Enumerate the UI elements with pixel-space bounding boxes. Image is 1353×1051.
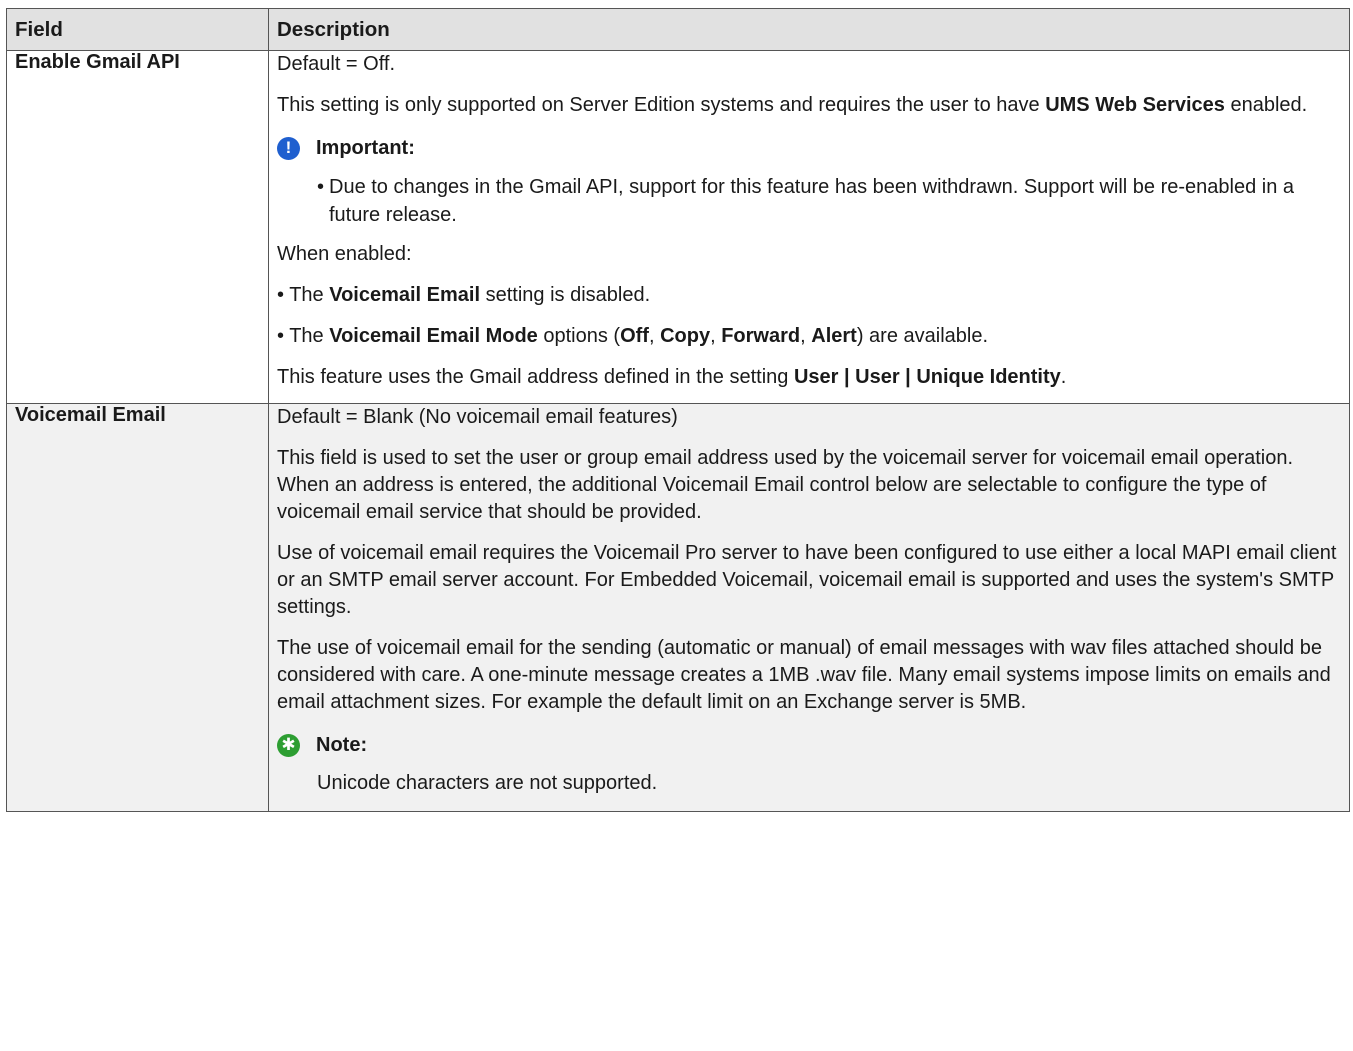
default-value: Default = Off. [277,53,396,75]
description-paragraph: Use of voicemail email requires the Voic… [277,542,1337,618]
note-callout: ✱ Note: [277,730,1341,760]
important-title: Important: [316,136,415,159]
table-row: Voicemail Email Default = Blank (No voic… [6,403,1350,812]
table-row: Enable Gmail API Default = Off. This set… [6,50,1350,404]
header-field: Field [6,8,269,51]
important-item: Due to changes in the Gmail API, support… [317,173,1341,229]
note-title: Note: [316,733,368,756]
when-enabled-text: When enabled: [277,243,412,265]
header-description: Description [268,8,1350,51]
bullet-item: • The Voicemail Email Mode options (Off,… [277,325,989,347]
field-name: Enable Gmail API [6,50,269,404]
description-paragraph: This field is used to set the user or gr… [277,447,1294,523]
important-list: Due to changes in the Gmail API, support… [317,173,1341,229]
field-name: Voicemail Email [6,403,269,812]
field-description-table: Field Description Enable Gmail API Defau… [6,8,1350,812]
default-value: Default = Blank (No voicemail email feat… [277,406,678,428]
important-callout: ! Important: [277,133,1341,163]
field-description: Default = Blank (No voicemail email feat… [268,403,1350,812]
field-description: Default = Off. This setting is only supp… [268,50,1350,404]
asterisk-icon: ✱ [277,733,300,757]
description-paragraph: The use of voicemail email for the sendi… [277,637,1331,713]
description-paragraph: This setting is only supported on Server… [277,94,1308,116]
description-paragraph: This feature uses the Gmail address defi… [277,366,1067,388]
note-text: Unicode characters are not supported. [317,772,658,794]
table-header-row: Field Description [6,8,1350,51]
bullet-item: • The Voicemail Email setting is disable… [277,284,651,306]
exclamation-icon: ! [277,136,300,160]
